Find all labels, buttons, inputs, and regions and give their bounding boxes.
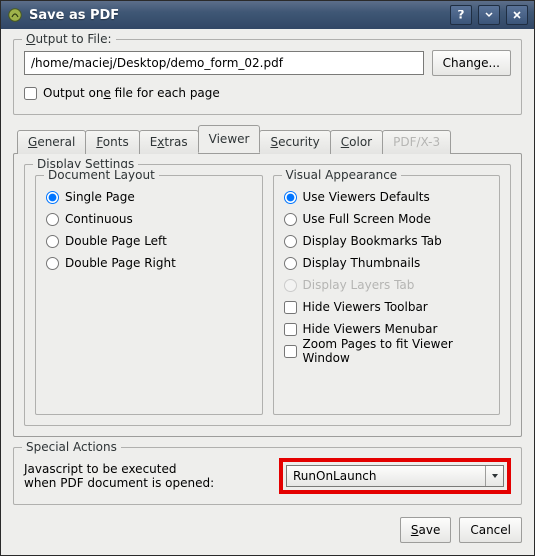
- visual-appearance-check-label: Zoom Pages to fit Viewer Window: [303, 337, 490, 365]
- special-actions-legend: Special Actions: [22, 440, 121, 454]
- visual-appearance-check[interactable]: Hide Viewers Toolbar: [284, 296, 490, 318]
- visual-appearance-option[interactable]: Display Bookmarks Tab: [284, 230, 490, 252]
- visual-appearance-label: Use Viewers Defaults: [303, 190, 430, 204]
- cancel-button[interactable]: Cancel: [459, 517, 522, 543]
- output-path-input[interactable]: [24, 51, 424, 75]
- visual-appearance-check[interactable]: Zoom Pages to fit Viewer Window: [284, 340, 490, 362]
- visual-appearance-checkbox[interactable]: [284, 301, 297, 314]
- tab-pdf-x-3: PDF/X-3: [382, 130, 451, 154]
- visual-appearance-radio[interactable]: [284, 213, 297, 226]
- tab-general[interactable]: General: [17, 130, 86, 154]
- visual-appearance-option[interactable]: Use Full Screen Mode: [284, 208, 490, 230]
- visual-appearance-checkbox[interactable]: [284, 345, 297, 358]
- titlebar: Save as PDF ?: [1, 1, 534, 29]
- visual-appearance-label: Use Full Screen Mode: [303, 212, 431, 226]
- js-on-open-label-line1: Javascript to be executed: [24, 462, 271, 476]
- dialog-window: Save as PDF ? Output to File: Change... …: [0, 0, 535, 556]
- tab-body-viewer: Display Settings Document Layout Single …: [13, 153, 522, 437]
- document-layout-group: Document Layout Single PageContinuousDou…: [35, 175, 263, 415]
- doc-layout-radio[interactable]: [46, 191, 59, 204]
- tab-extras[interactable]: Extras: [139, 130, 199, 154]
- visual-appearance-group: Visual Appearance Use Viewers DefaultsUs…: [273, 175, 501, 415]
- special-actions-group: Special Actions Javascript to be execute…: [13, 447, 522, 505]
- doc-layout-radio[interactable]: [46, 213, 59, 226]
- dialog-button-row: Save Cancel: [13, 515, 522, 543]
- visual-appearance-radio: [284, 279, 297, 292]
- visual-appearance-label: Display Layers Tab: [303, 278, 415, 292]
- doc-layout-option[interactable]: Continuous: [46, 208, 252, 230]
- chevron-down-icon: [485, 466, 503, 486]
- js-on-open-combo[interactable]: RunOnLaunch: [286, 465, 504, 487]
- svg-text:?: ?: [458, 10, 465, 20]
- minimize-button[interactable]: [478, 5, 500, 25]
- visual-appearance-check-label: Hide Viewers Toolbar: [303, 300, 428, 314]
- doc-layout-radio[interactable]: [46, 257, 59, 270]
- doc-layout-option[interactable]: Single Page: [46, 186, 252, 208]
- visual-appearance-label: Display Thumbnails: [303, 256, 421, 270]
- change-output-button[interactable]: Change...: [432, 50, 511, 76]
- close-button[interactable]: [506, 5, 528, 25]
- display-settings-columns: Document Layout Single PageContinuousDou…: [35, 175, 500, 415]
- doc-layout-option[interactable]: Double Page Left: [46, 230, 252, 252]
- tab-viewer[interactable]: Viewer: [198, 125, 261, 153]
- tabs: GeneralFontsExtrasViewerSecurityColorPDF…: [13, 125, 522, 437]
- output-to-file-group: Output to File: Change... Output one fil…: [13, 39, 522, 115]
- save-button[interactable]: Save: [400, 517, 451, 543]
- doc-layout-option[interactable]: Double Page Right: [46, 252, 252, 274]
- doc-layout-label: Single Page: [65, 190, 135, 204]
- visual-appearance-option: Display Layers Tab: [284, 274, 490, 296]
- visual-appearance-label: Display Bookmarks Tab: [303, 234, 442, 248]
- document-layout-legend: Document Layout: [44, 168, 159, 182]
- tab-fonts[interactable]: Fonts: [85, 130, 139, 154]
- doc-layout-radio[interactable]: [46, 235, 59, 248]
- visual-appearance-option[interactable]: Display Thumbnails: [284, 252, 490, 274]
- visual-appearance-option[interactable]: Use Viewers Defaults: [284, 186, 490, 208]
- doc-layout-label: Double Page Left: [65, 234, 167, 248]
- js-on-open-value: RunOnLaunch: [287, 469, 485, 483]
- one-file-per-page-label: Output one file for each page: [43, 86, 220, 100]
- visual-appearance-radio[interactable]: [284, 235, 297, 248]
- visual-appearance-check-label: Hide Viewers Menubar: [303, 322, 438, 336]
- one-file-per-page-input[interactable]: [24, 87, 37, 100]
- visual-appearance-radio[interactable]: [284, 191, 297, 204]
- js-on-open-combo-highlight: RunOnLaunch: [279, 458, 511, 494]
- tab-strip: GeneralFontsExtrasViewerSecurityColorPDF…: [13, 125, 522, 153]
- tab-color[interactable]: Color: [330, 130, 383, 154]
- js-on-open-label-line2: when PDF document is opened:: [24, 476, 271, 490]
- one-file-per-page-checkbox[interactable]: Output one file for each page: [24, 82, 220, 104]
- display-settings-group: Display Settings Document Layout Single …: [24, 164, 511, 426]
- doc-layout-label: Continuous: [65, 212, 133, 226]
- js-on-open-label: Javascript to be executed when PDF docum…: [24, 462, 271, 490]
- window-title: Save as PDF: [29, 8, 444, 23]
- dialog-client-area: Output to File: Change... Output one fil…: [1, 29, 534, 555]
- app-icon: [7, 7, 23, 23]
- output-to-file-legend: Output to File:: [22, 32, 116, 46]
- doc-layout-label: Double Page Right: [65, 256, 176, 270]
- visual-appearance-radio[interactable]: [284, 257, 297, 270]
- help-button[interactable]: ?: [450, 5, 472, 25]
- visual-appearance-legend: Visual Appearance: [282, 168, 402, 182]
- tab-security[interactable]: Security: [259, 130, 330, 154]
- visual-appearance-checkbox[interactable]: [284, 323, 297, 336]
